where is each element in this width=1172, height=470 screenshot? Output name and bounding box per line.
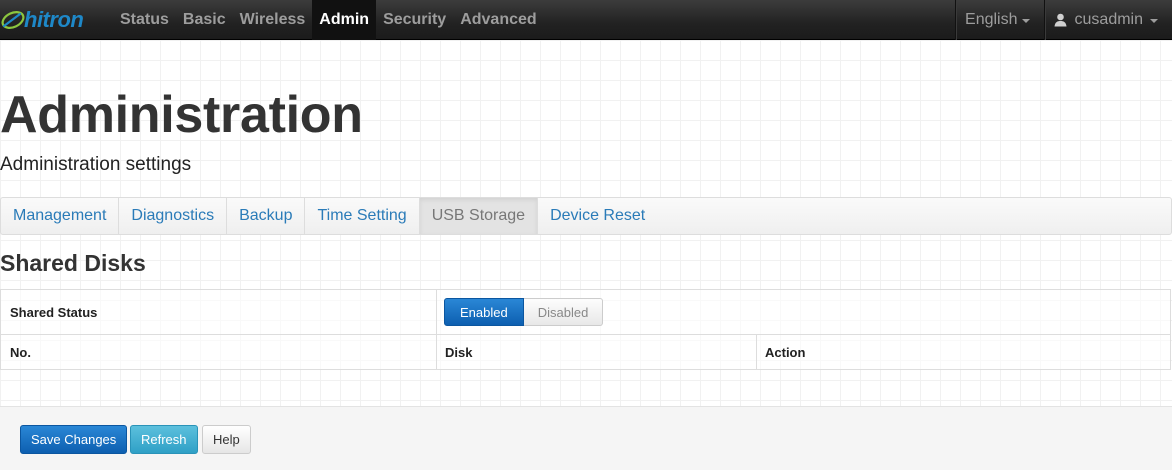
- tab-usb-storage[interactable]: USB Storage: [419, 198, 539, 234]
- brand-name: hitron: [24, 7, 84, 32]
- column-header-disk: Disk: [445, 345, 473, 360]
- refresh-button[interactable]: Refresh: [130, 425, 198, 454]
- tab-diagnostics[interactable]: Diagnostics: [119, 198, 228, 234]
- nav-item-advanced[interactable]: Advanced: [453, 0, 543, 40]
- nav-right: English cusadmin: [955, 0, 1172, 40]
- disabled-button[interactable]: Disabled: [523, 298, 604, 326]
- caret-down-icon: [1150, 19, 1158, 23]
- help-button[interactable]: Help: [202, 425, 251, 454]
- user-icon: [1054, 13, 1067, 27]
- shared-disks-panel: Shared Status Enabled Disabled No. Disk …: [0, 289, 1171, 370]
- nav-item-basic[interactable]: Basic: [176, 0, 233, 40]
- caret-down-icon: [1021, 19, 1030, 23]
- nav-item-security[interactable]: Security: [376, 0, 453, 40]
- nav-item-wireless[interactable]: Wireless: [233, 0, 313, 40]
- column-header-no: No.: [10, 345, 31, 360]
- form-actions-bar: Save Changes Refresh Help: [0, 406, 1172, 470]
- page-subtitle: Administration settings: [0, 154, 192, 175]
- shared-status-row: Shared Status Enabled Disabled: [1, 290, 1170, 335]
- shared-status-label: Shared Status: [10, 305, 98, 320]
- nav-item-status[interactable]: Status: [113, 0, 176, 40]
- enabled-button[interactable]: Enabled: [444, 298, 524, 326]
- tab-management[interactable]: Management: [1, 198, 120, 234]
- top-navbar: hitron Status Basic Wireless Admin Secur…: [0, 0, 1172, 40]
- tab-time-setting[interactable]: Time Setting: [305, 198, 420, 234]
- column-divider: [436, 290, 437, 334]
- user-dropdown[interactable]: cusadmin: [1043, 0, 1172, 40]
- admin-tabs: Management Diagnostics Backup Time Setti…: [0, 197, 1172, 235]
- language-dropdown[interactable]: English: [955, 0, 1043, 40]
- column-divider: [436, 335, 437, 369]
- tab-backup[interactable]: Backup: [227, 198, 306, 234]
- save-changes-button[interactable]: Save Changes: [20, 425, 128, 454]
- column-header-action: Action: [765, 345, 806, 360]
- language-label: English: [965, 11, 1018, 28]
- disk-table-header: No. Disk Action: [1, 335, 1170, 369]
- main-nav: Status Basic Wireless Admin Security Adv…: [113, 0, 544, 40]
- brand-logo[interactable]: hitron: [0, 0, 108, 40]
- hitron-logo-icon: [1, 11, 25, 29]
- tab-device-reset[interactable]: Device Reset: [538, 198, 657, 234]
- section-title: Shared Disks: [0, 250, 146, 276]
- nav-item-admin[interactable]: Admin: [312, 0, 377, 40]
- page-title: Administration: [0, 86, 363, 144]
- user-name: cusadmin: [1074, 11, 1143, 28]
- shared-status-toggle: Enabled Disabled: [444, 298, 604, 326]
- column-divider: [756, 335, 757, 369]
